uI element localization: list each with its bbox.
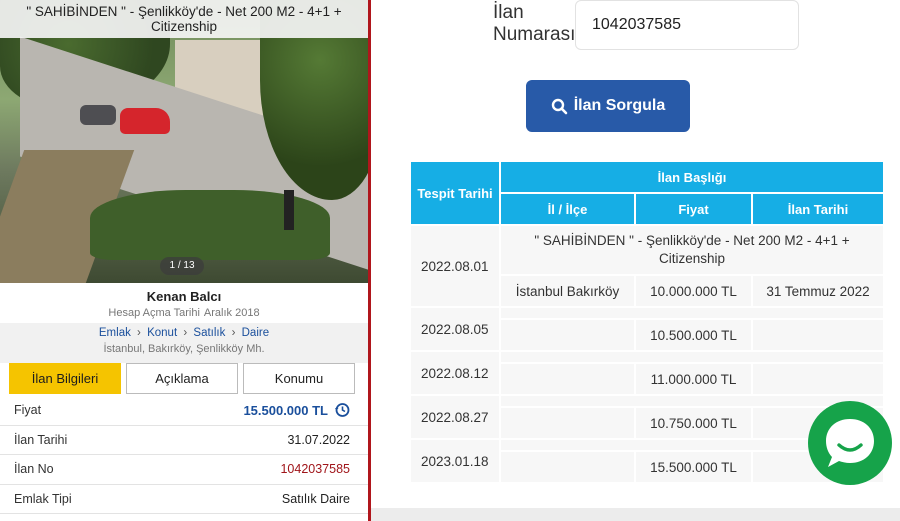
- horizontal-scrollbar[interactable]: [371, 508, 900, 521]
- header-il-ilce: İl / İlçe: [499, 192, 636, 226]
- tab-ilan-bilgileri[interactable]: İlan Bilgileri: [9, 363, 121, 394]
- table-row: 2022.08.12: [409, 350, 885, 396]
- detail-row-property-type: Emlak Tipi Satılık Daire: [0, 485, 368, 515]
- seller-name[interactable]: Kenan Balcı: [0, 289, 368, 304]
- chat-bubble-icon: [826, 419, 874, 467]
- detail-value: 31.07.2022: [287, 432, 350, 447]
- header-ilan-tarihi: İlan Tarihi: [751, 192, 885, 226]
- listing-details: Fiyat 15.500.000 TL İlan Tarihi 31.07.20…: [0, 396, 368, 515]
- detail-label: Emlak Tipi: [14, 492, 72, 507]
- listing-title: " SAHİBİNDEN " - Şenlikköy'de - Net 200 …: [0, 0, 368, 38]
- listing-photo[interactable]: [0, 0, 368, 283]
- row-il-ilce: İstanbul Bakırköy: [499, 274, 636, 308]
- breadcrumb: Emlak › Konut › Satılık › Daire İstanbul…: [0, 323, 368, 363]
- row-ilan-tarihi: 31 Temmuz 2022: [751, 274, 885, 308]
- table-row: 2022.08.05: [409, 306, 885, 352]
- detail-value: 1042037585: [280, 462, 350, 477]
- row-date: 2022.08.12: [409, 350, 501, 396]
- chat-button[interactable]: [808, 401, 892, 485]
- listing-panel: " SAHİBİNDEN " - Şenlikköy'de - Net 200 …: [0, 0, 368, 521]
- breadcrumb-item-daire[interactable]: Daire: [242, 327, 269, 339]
- listing-location: İstanbul, Bakırköy, Şenlikköy Mh.: [103, 343, 265, 355]
- price-history-panel: İlan Numarası 1042037585 İlan Sorgula Te…: [371, 0, 900, 521]
- listing-number-input[interactable]: 1042037585: [575, 0, 799, 50]
- breadcrumb-separator: ›: [183, 327, 188, 339]
- breadcrumb-separator: ›: [137, 327, 141, 339]
- price-value: 15.500.000 TL: [243, 402, 350, 418]
- header-ilan-basligi: İlan Başlığı: [499, 160, 885, 194]
- breadcrumb-item-satilik[interactable]: Satılık: [193, 327, 225, 339]
- listing-tabs: İlan Bilgileri Açıklama Konumu: [9, 363, 355, 394]
- breadcrumb-item-konut[interactable]: Konut: [147, 327, 177, 339]
- tab-aciklama[interactable]: Açıklama: [126, 363, 238, 394]
- price-history-icon[interactable]: [334, 402, 350, 418]
- listing-number-label: İlan Numarası: [493, 2, 576, 45]
- seller-info: Kenan Balcı Hesap Açma Tarihi Aralık 2018: [0, 283, 368, 323]
- detail-value: Satılık Daire: [281, 492, 350, 507]
- row-date: 2022.08.05: [409, 306, 501, 352]
- row-date: 2023.01.18: [409, 438, 501, 484]
- table-row: 2022.08.27: [409, 394, 885, 440]
- screen: " SAHİBİNDEN " - Şenlikköy'de - Net 200 …: [0, 0, 900, 521]
- detail-label: İlan Tarihi: [14, 432, 68, 447]
- account-date: Hesap Açma Tarihi Aralık 2018: [108, 307, 260, 319]
- row-title: " SAHİBİNDEN " - Şenlikköy'de - Net 200 …: [499, 224, 885, 276]
- detail-label: Fiyat: [14, 403, 42, 418]
- row-fiyat: 10.750.000 TL: [634, 406, 753, 440]
- photo-counter: 1 / 13: [160, 257, 204, 275]
- header-fiyat: Fiyat: [634, 192, 753, 226]
- row-fiyat: 10.500.000 TL: [634, 318, 753, 352]
- row-fiyat: 10.000.000 TL: [634, 274, 753, 308]
- row-date: 2022.08.01: [409, 224, 501, 308]
- detail-row-date: İlan Tarihi 31.07.2022: [0, 426, 368, 456]
- breadcrumb-item-emlak[interactable]: Emlak: [99, 327, 131, 339]
- tab-konumu[interactable]: Konumu: [243, 363, 355, 394]
- detail-label: İlan No: [14, 462, 54, 477]
- detail-row-price: Fiyat 15.500.000 TL: [0, 396, 368, 426]
- table-row: 2022.08.01 " SAHİBİNDEN " - Şenlikköy'de…: [409, 224, 885, 308]
- header-tespit-tarihi: Tespit Tarihi: [409, 160, 501, 226]
- row-fiyat: 15.500.000 TL: [634, 450, 753, 484]
- row-date: 2022.08.27: [409, 394, 501, 440]
- row-fiyat: 11.000.000 TL: [634, 362, 753, 396]
- breadcrumb-separator: ›: [231, 327, 236, 339]
- query-listing-button[interactable]: İlan Sorgula: [526, 80, 690, 132]
- search-icon: [551, 98, 568, 114]
- detail-row-listing-no: İlan No 1042037585: [0, 455, 368, 485]
